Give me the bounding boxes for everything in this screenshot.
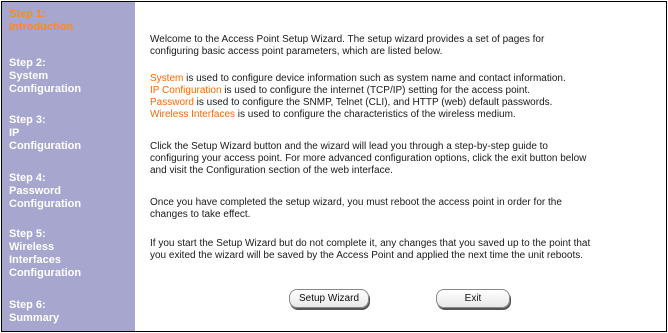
step-label: Configuration [9, 83, 82, 95]
item-term-password: Password [150, 97, 194, 108]
step-number: Step 5: [9, 228, 46, 240]
step-number: Step 2: [9, 57, 46, 69]
item-term-wireless-interfaces: Wireless Interfaces [150, 109, 236, 120]
list-item: IP Configuration is used to configure th… [150, 85, 531, 96]
step-number: Step 1: [9, 8, 46, 20]
intro-paragraph: Welcome to the Access Point Setup Wizard… [150, 34, 545, 57]
step-label: Configuration [9, 198, 82, 210]
step-number: Step 3: [9, 114, 46, 126]
guide-paragraph: Click the Setup Wizard button and the wi… [150, 141, 587, 176]
config-items-list: System is used to configure device infor… [150, 73, 660, 121]
step-label: Wireless [9, 241, 55, 253]
main-content: Welcome to the Access Point Setup Wizard… [144, 2, 664, 331]
step-number: Step 4: [9, 172, 46, 184]
setup-wizard-button[interactable]: Setup Wizard [289, 289, 369, 308]
item-term-system: System [150, 73, 184, 84]
list-item: Password is used to configure the SNMP, … [150, 97, 553, 108]
step-label: Summary [9, 312, 60, 324]
list-item: Wireless Interfaces is used to configure… [150, 109, 516, 120]
step-label: Password [9, 185, 61, 197]
sidebar-step-introduction[interactable]: Step 1: Introduction [9, 8, 73, 34]
wizard-frame: Step 1: Introduction Step 2: System Conf… [1, 1, 667, 332]
reboot-paragraph: Once you have completed the setup wizard… [150, 197, 562, 220]
step-label: System [9, 70, 49, 82]
incomplete-paragraph: If you start the Setup Wizard but do not… [150, 238, 591, 261]
step-number: Step 6: [9, 299, 46, 311]
item-term-ip-configuration: IP Configuration [150, 85, 222, 96]
step-label: Introduction [9, 21, 74, 33]
sidebar-step-system-configuration[interactable]: Step 2: System Configuration [9, 57, 81, 96]
step-label: Configuration [9, 140, 82, 152]
sidebar-step-wireless-interfaces-configuration[interactable]: Step 5: Wireless Interfaces Configuratio… [9, 228, 81, 280]
list-item: System is used to configure device infor… [150, 73, 566, 84]
step-label: Configuration [9, 267, 82, 279]
sidebar-step-ip-configuration[interactable]: Step 3: IP Configuration [9, 114, 81, 153]
sidebar-step-password-configuration[interactable]: Step 4: Password Configuration [9, 172, 81, 211]
step-label: Interfaces [9, 254, 61, 266]
sidebar: Step 1: Introduction Step 2: System Conf… [2, 2, 135, 331]
sidebar-step-summary[interactable]: Step 6: Summary [9, 299, 59, 325]
exit-button[interactable]: Exit [436, 289, 510, 308]
step-label: IP [9, 127, 20, 139]
